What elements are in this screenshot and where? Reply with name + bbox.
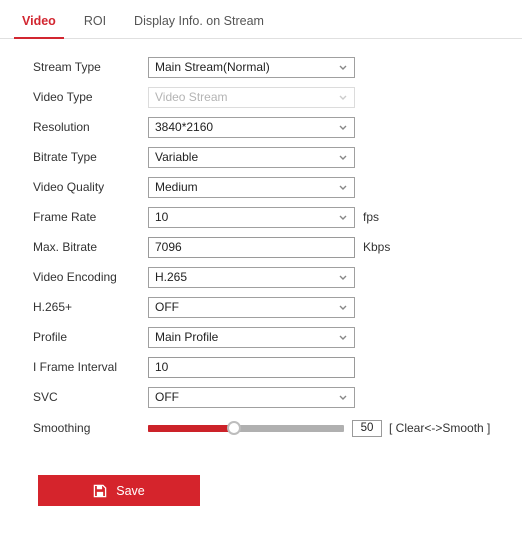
select-video-type: Video Stream (148, 86, 355, 108)
chevron-down-icon (339, 65, 347, 70)
input-smoothing-value[interactable]: 50 (352, 419, 382, 437)
tab-roi-label: ROI (83, 14, 107, 28)
select-stream-type[interactable]: Main Stream(Normal) (148, 56, 355, 78)
select-h265plus[interactable]: OFF (148, 296, 355, 318)
form-row-smoothing: Smoothing 50 [ Clear<->Smooth ] (0, 412, 522, 444)
label-video-quality: Video Quality (33, 180, 105, 194)
unit-frame-rate: fps (363, 210, 380, 224)
save-button-container: Save (0, 444, 522, 506)
input-max-bitrate[interactable]: 7096 (148, 236, 355, 258)
smoothing-slider-handle[interactable] (227, 421, 242, 435)
chevron-down-icon (339, 95, 347, 100)
chevron-down-icon (339, 125, 347, 130)
form-row-svc: SVC OFF (0, 382, 522, 412)
select-frame-rate-value: 10 (155, 210, 169, 224)
select-svc-value: OFF (155, 390, 179, 404)
select-video-encoding[interactable]: H.265 (148, 266, 355, 288)
select-video-encoding-value: H.265 (155, 270, 188, 284)
smoothing-slider[interactable] (148, 418, 344, 439)
select-frame-rate[interactable]: 10 (148, 206, 355, 228)
label-bitrate-type: Bitrate Type (33, 150, 97, 164)
tab-bar: Video ROI Display Info. on Stream (0, 0, 522, 39)
chevron-down-icon (339, 275, 347, 280)
select-svc[interactable]: OFF (148, 386, 355, 408)
tab-video-label: Video (22, 14, 56, 28)
form-row-frame-rate: Frame Rate 10 fps (0, 202, 522, 232)
select-profile-value: Main Profile (155, 330, 219, 344)
chevron-down-icon (339, 335, 347, 340)
label-resolution: Resolution (33, 120, 90, 134)
form-row-bitrate-type: Bitrate Type Variable (0, 142, 522, 172)
label-max-bitrate: Max. Bitrate (33, 240, 98, 254)
tab-display-info-on-stream-label: Display Info. on Stream (134, 14, 264, 28)
select-resolution-value: 3840*2160 (155, 120, 214, 134)
form-row-h265plus: H.265+ OFF (0, 292, 522, 322)
label-i-frame-interval: I Frame Interval (33, 360, 118, 374)
label-video-type: Video Type (33, 90, 93, 104)
form-row-video-quality: Video Quality Medium (0, 172, 522, 202)
label-video-encoding: Video Encoding (33, 270, 117, 284)
select-bitrate-type-value: Variable (155, 150, 199, 164)
label-svc: SVC (33, 390, 58, 404)
unit-max-bitrate: Kbps (363, 240, 391, 254)
form-row-stream-type: Stream Type Main Stream(Normal) (0, 52, 522, 82)
label-smoothing: Smoothing (33, 421, 91, 435)
input-i-frame-interval-value: 10 (155, 360, 169, 374)
select-video-type-value: Video Stream (155, 90, 228, 104)
chevron-down-icon (339, 155, 347, 160)
save-button[interactable]: Save (38, 475, 200, 506)
chevron-down-icon (339, 215, 347, 220)
label-h265plus: H.265+ (33, 300, 73, 314)
label-profile: Profile (33, 330, 68, 344)
input-max-bitrate-value: 7096 (155, 240, 182, 254)
label-frame-rate: Frame Rate (33, 210, 97, 224)
select-stream-type-value: Main Stream(Normal) (155, 60, 270, 74)
chevron-down-icon (339, 395, 347, 400)
input-i-frame-interval[interactable]: 10 (148, 356, 355, 378)
form-row-video-type: Video Type Video Stream (0, 82, 522, 112)
tab-display-info-on-stream[interactable]: Display Info. on Stream (134, 14, 264, 38)
tab-roi[interactable]: ROI (84, 14, 106, 38)
select-video-quality[interactable]: Medium (148, 176, 355, 198)
select-profile[interactable]: Main Profile (148, 326, 355, 348)
save-floppy-icon (93, 484, 107, 497)
smoothing-slider-fill (148, 424, 235, 432)
select-resolution[interactable]: 3840*2160 (148, 116, 355, 138)
save-button-label: Save (116, 483, 145, 498)
chevron-down-icon (339, 185, 347, 190)
form-row-profile: Profile Main Profile (0, 322, 522, 352)
form-row-video-encoding: Video Encoding H.265 (0, 262, 522, 292)
form-row-max-bitrate: Max. Bitrate 7096 Kbps (0, 232, 522, 262)
select-h265plus-value: OFF (155, 300, 179, 314)
form-row-i-frame-interval: I Frame Interval 10 (0, 352, 522, 382)
tab-video[interactable]: Video (14, 14, 64, 39)
chevron-down-icon (339, 305, 347, 310)
form-row-resolution: Resolution 3840*2160 (0, 112, 522, 142)
smoothing-hint: [ Clear<->Smooth ] (389, 421, 491, 435)
video-settings-form: Stream Type Main Stream(Normal) Video Ty… (0, 39, 522, 444)
label-stream-type: Stream Type (33, 60, 101, 74)
select-bitrate-type[interactable]: Variable (148, 146, 355, 168)
select-video-quality-value: Medium (155, 180, 198, 194)
